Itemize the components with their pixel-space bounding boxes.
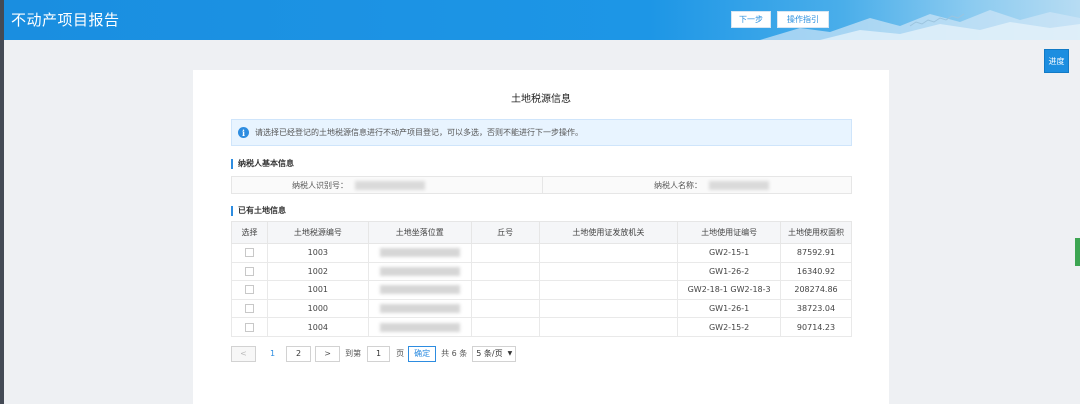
chevron-down-icon: ▼ [507,350,513,357]
issuer-cell [538,243,679,263]
issuer-cell [538,317,679,337]
row-checkbox[interactable] [244,266,254,276]
row-checkbox[interactable] [244,322,254,332]
app-header: 不动产项目报告 下一步 操作指引 [4,0,1080,40]
page-1-link[interactable]: 1 [270,349,275,358]
table-row[interactable]: 1002 GW1-26-2 16340.92 [231,261,852,282]
notice-bar: i 请选择已经登记的土地税源信息进行不动产项目登记，可以多选，否则不能进行下一步… [231,119,852,146]
next-page-button[interactable]: > [315,345,341,362]
cert-cell: GW1-26-1 [677,298,782,319]
area-cell: 38723.04 [780,298,852,319]
goto-confirm-button[interactable]: 确定 [408,345,437,362]
parcel-cell [470,243,540,263]
col-tax-id: 土地税源编号 [266,221,369,244]
taxpayer-name-label: 纳税人名称： [542,177,704,193]
next-step-button[interactable]: 下一步 [731,11,771,28]
window-left-edge [0,0,4,404]
col-issuer: 土地使用证发放机关 [538,221,679,244]
parcel-cell [470,261,540,282]
prev-page-button[interactable]: < [231,345,256,362]
page-size-select[interactable]: 5 条/页 ▼ [472,345,517,362]
table-row[interactable]: 1000 GW1-26-1 38723.04 [231,298,852,319]
pagination: < 1 2 > 到第 1 页 确定 共 6 条 5 条/页 ▼ [231,345,517,362]
location-cell [367,243,472,263]
tax-id-cell: 1004 [266,317,369,337]
progress-button[interactable]: 进度 [1044,49,1069,73]
area-cell: 87592.91 [780,243,852,263]
location-cell [367,280,472,300]
table-row[interactable]: 1001 GW2-18-1 GW2-18-3 208274.86 [231,280,852,300]
cert-cell: GW2-18-1 GW2-18-3 [677,280,782,300]
goto-page-input[interactable]: 1 [367,345,391,362]
col-parcel: 丘号 [470,221,540,244]
taxpayer-basic-row: 纳税人识别号： 纳税人名称： [231,176,852,194]
issuer-cell [538,298,679,319]
tax-id-cell: 1002 [266,261,369,282]
parcel-cell [470,298,540,319]
issuer-cell [538,280,679,300]
total-count: 共 6 条 [441,349,468,358]
cert-cell: GW1-26-2 [677,261,782,282]
parcel-cell [470,317,540,337]
goto-label: 到第 [345,349,362,358]
land-table: 选择 土地税源编号 土地坐落位置 丘号 土地使用证发放机关 土地使用证编号 土地… [231,221,852,337]
area-cell: 90714.23 [780,317,852,337]
main-card: 土地税源信息 i 请选择已经登记的土地税源信息进行不动产项目登记，可以多选，否则… [193,70,889,404]
issuer-cell [538,261,679,282]
col-area: 土地使用权面积 [780,221,852,244]
table-row[interactable]: 1004 GW2-15-2 90714.23 [231,317,852,337]
page-2-link[interactable]: 2 [286,345,312,362]
location-cell [367,261,472,282]
section-title-land: 已有土地信息 [231,206,286,216]
row-checkbox[interactable] [244,248,254,258]
notice-text: 请选择已经登记的土地税源信息进行不动产项目登记，可以多选，否则不能进行下一步操作… [255,128,583,137]
app-title: 不动产项目报告 [11,11,120,29]
page-unit-label: 页 [396,349,405,358]
tax-id-cell: 1000 [266,298,369,319]
table-header-row: 选择 土地税源编号 土地坐落位置 丘号 土地使用证发放机关 土地使用证编号 土地… [231,221,852,244]
info-icon: i [238,127,249,138]
cert-cell: GW2-15-2 [677,317,782,337]
col-cert-no: 土地使用证编号 [677,221,782,244]
taxpayer-id-value [350,177,542,193]
cert-cell: GW2-15-1 [677,243,782,263]
table-row[interactable]: 1003 GW2-15-1 87592.91 [231,243,852,263]
parcel-cell [470,280,540,300]
card-title: 土地税源信息 [511,94,571,105]
area-cell: 208274.86 [780,280,852,300]
tax-id-cell: 1001 [266,280,369,300]
side-tab[interactable] [1075,238,1080,266]
taxpayer-name-value [704,177,851,193]
row-checkbox[interactable] [244,285,254,295]
location-cell [367,298,472,319]
col-select: 选择 [231,221,268,244]
taxpayer-id-label: 纳税人识别号： [292,180,348,190]
tax-id-cell: 1003 [266,243,369,263]
row-checkbox[interactable] [244,304,254,314]
area-cell: 16340.92 [780,261,852,282]
guide-button[interactable]: 操作指引 [777,11,829,28]
location-cell [367,317,472,337]
page-size-value: 5 条/页 [476,349,503,358]
col-location: 土地坐落位置 [367,221,472,244]
section-title-basic: 纳税人基本信息 [231,159,294,169]
